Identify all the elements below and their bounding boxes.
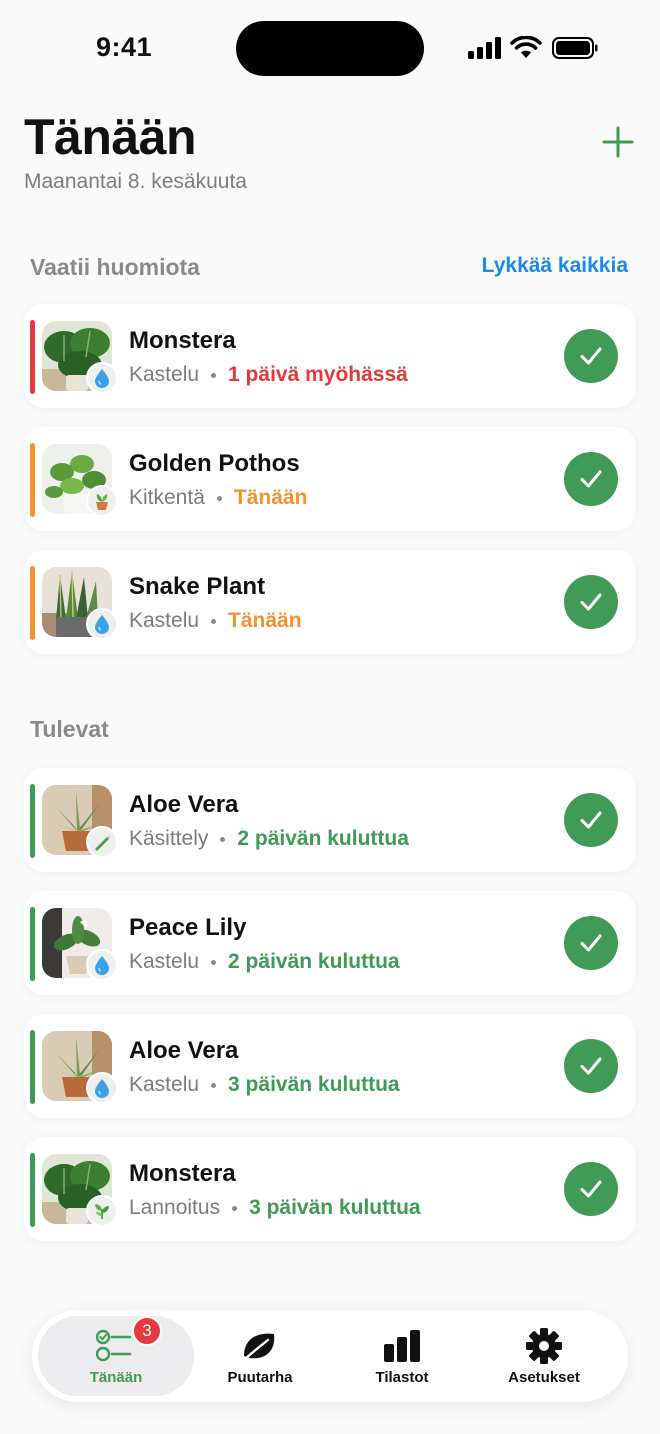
tab-today[interactable]: 3 Tänään — [38, 1316, 194, 1396]
due-label: Tänään — [233, 486, 308, 509]
complete-task-button[interactable] — [564, 1039, 618, 1093]
water-drop-icon — [86, 362, 118, 394]
priority-stripe — [30, 1030, 35, 1104]
separator-dot — [211, 372, 217, 378]
plant-name: Golden Pothos — [129, 450, 300, 477]
task-type: Käsittely — [129, 827, 209, 850]
snooze-all-link[interactable]: Lykkää kaikkia — [482, 254, 628, 278]
priority-stripe — [30, 1153, 35, 1227]
checkmark-icon — [580, 1057, 602, 1075]
plant-name: Snake Plant — [129, 573, 266, 600]
separator-dot — [216, 495, 222, 501]
task-card[interactable]: Monstera Kastelu 1 päivä myöhässä — [24, 304, 636, 408]
battery-icon — [552, 37, 598, 59]
task-type: Kastelu — [129, 363, 200, 386]
tab-garden[interactable]: Puutarha — [182, 1316, 338, 1396]
checkmark-icon — [580, 347, 602, 365]
due-label: 3 päivän kuluttua — [249, 1196, 421, 1219]
priority-stripe — [30, 907, 35, 981]
separator-dot — [232, 1205, 238, 1211]
priority-stripe — [30, 320, 35, 394]
section-title-upcoming: Tulevat — [30, 716, 109, 742]
task-meta: Lannoitus 3 päivän kuluttua — [129, 1196, 421, 1220]
water-drop-icon — [86, 1072, 118, 1104]
separator-dot — [220, 836, 226, 842]
leaf-sprout-icon — [86, 1195, 118, 1227]
checklist-icon — [96, 1329, 132, 1362]
checkmark-icon — [580, 1180, 602, 1198]
task-card[interactable]: Peace Lily Kastelu 2 päivän kuluttua — [24, 891, 636, 995]
task-meta: Kitkentä Tänään — [129, 486, 307, 510]
task-meta: Kastelu 2 päivän kuluttua — [129, 950, 400, 974]
tab-settings[interactable]: Asetukset — [466, 1316, 622, 1396]
task-card[interactable]: Monstera Lannoitus 3 päivän kuluttua — [24, 1137, 636, 1241]
task-type: Lannoitus — [129, 1196, 221, 1219]
section-title-attention: Vaatii huomiota — [30, 254, 200, 280]
due-label: 3 päivän kuluttua — [228, 1073, 400, 1096]
due-label: 2 päivän kuluttua — [228, 950, 400, 973]
plant-name: Monstera — [129, 327, 236, 354]
task-type: Kastelu — [129, 950, 200, 973]
potted-plant-icon — [86, 485, 118, 517]
page-date: Maanantai 8. kesäkuuta — [24, 170, 247, 193]
task-card[interactable]: Aloe Vera Kastelu 3 päivän kuluttua — [24, 1014, 636, 1118]
complete-task-button[interactable] — [564, 1162, 618, 1216]
task-card[interactable]: Aloe Vera Käsittely 2 päivän kuluttua — [24, 768, 636, 872]
plant-name: Aloe Vera — [129, 1037, 239, 1064]
tab-bar: 3 Tänään Puutarha Tilastot Asetukset — [32, 1310, 628, 1402]
complete-task-button[interactable] — [564, 575, 618, 629]
task-card[interactable]: Snake Plant Kastelu Tänään — [24, 550, 636, 654]
separator-dot — [211, 618, 217, 624]
checkmark-icon — [580, 593, 602, 611]
checkmark-icon — [580, 811, 602, 829]
due-label: Tänään — [228, 609, 302, 632]
priority-stripe — [30, 784, 35, 858]
water-drop-icon — [86, 608, 118, 640]
checkmark-icon — [580, 934, 602, 952]
plant-name: Monstera — [129, 1160, 236, 1187]
wifi-icon — [510, 36, 542, 58]
task-meta: Käsittely 2 päivän kuluttua — [129, 827, 409, 851]
due-label: 1 päivä myöhässä — [228, 363, 408, 386]
task-meta: Kastelu Tänään — [129, 609, 302, 633]
tab-label: Puutarha — [227, 1369, 293, 1386]
spray-icon — [86, 826, 118, 858]
plant-name: Aloe Vera — [129, 791, 239, 818]
status-bar: 9:41 — [0, 0, 660, 96]
complete-task-button[interactable] — [564, 916, 618, 970]
separator-dot — [211, 959, 217, 965]
status-time: 9:41 — [96, 32, 153, 62]
checkmark-icon — [580, 470, 602, 488]
leaf-icon — [240, 1333, 275, 1364]
task-meta: Kastelu 1 päivä myöhässä — [129, 363, 408, 387]
due-label: 2 päivän kuluttua — [237, 827, 409, 850]
plant-name: Peace Lily — [129, 914, 247, 941]
task-meta: Kastelu 3 päivän kuluttua — [129, 1073, 400, 1097]
tab-stats[interactable]: Tilastot — [324, 1316, 480, 1396]
tab-label: Tilastot — [375, 1369, 429, 1386]
water-drop-icon — [86, 949, 118, 981]
complete-task-button[interactable] — [564, 329, 618, 383]
priority-stripe — [30, 566, 35, 640]
complete-task-button[interactable] — [564, 793, 618, 847]
separator-dot — [211, 1082, 217, 1088]
today-screen: 9:41 Tänään Maanantai 8. kesäkuuta Vaati… — [0, 0, 660, 1434]
task-card[interactable]: Golden Pothos Kitkentä Tänään — [24, 427, 636, 531]
complete-task-button[interactable] — [564, 452, 618, 506]
plus-icon[interactable] — [598, 122, 638, 162]
task-type: Kastelu — [129, 1073, 200, 1096]
task-type: Kastelu — [129, 609, 200, 632]
tab-label: Tänään — [89, 1369, 143, 1386]
bar-chart-icon — [384, 1330, 420, 1362]
task-type: Kitkentä — [129, 486, 205, 509]
dynamic-island — [236, 21, 424, 76]
tab-label: Asetukset — [508, 1369, 580, 1386]
cellular-signal-icon — [468, 37, 502, 59]
notification-badge: 3 — [132, 1316, 162, 1346]
priority-stripe — [30, 443, 35, 517]
page-title: Tänään — [24, 109, 197, 165]
gear-icon — [526, 1328, 562, 1364]
